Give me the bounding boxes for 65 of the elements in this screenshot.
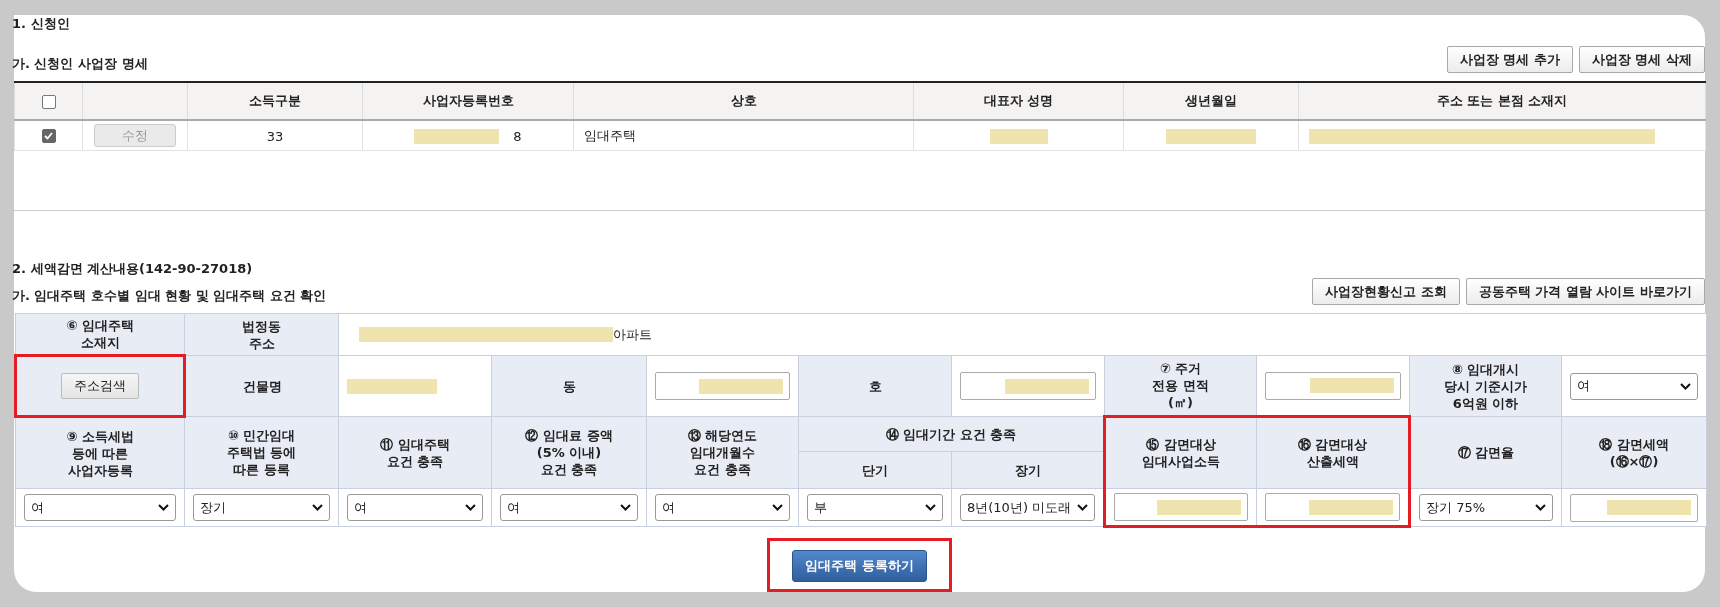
field-label: 호 bbox=[798, 355, 952, 417]
field-label: 건물명 bbox=[184, 355, 339, 417]
dropdown[interactable]: 여 bbox=[500, 494, 638, 521]
column-header: ⑮ 감면대상 임대사업소득 bbox=[1104, 416, 1257, 489]
field-label: ⑦ 주거 전용 면적 (㎡) bbox=[1104, 355, 1257, 417]
column-header: 상호 bbox=[573, 82, 914, 120]
column-header: 생년월일 bbox=[1123, 82, 1299, 120]
dropdown[interactable]: 여 bbox=[1570, 372, 1699, 400]
column-header: ⑰ 감면율 bbox=[1409, 416, 1562, 489]
chevron-icon bbox=[925, 504, 936, 511]
input-field[interactable] bbox=[1265, 371, 1401, 400]
toolbar-button[interactable]: 공동주택 가격 열람 사이트 바로가기 bbox=[1465, 278, 1705, 305]
chevron-icon bbox=[772, 504, 783, 511]
dropdown[interactable]: 부 bbox=[807, 494, 943, 521]
input-field[interactable] bbox=[655, 372, 790, 400]
dropdown[interactable]: 여 bbox=[347, 494, 483, 521]
chevron-icon bbox=[1680, 382, 1692, 390]
dropdown[interactable]: 8년(10년) 미도래 bbox=[960, 494, 1095, 521]
column-header: 장기 bbox=[951, 451, 1105, 489]
column-header: ⑫ 임대료 증액 (5% 이내) 요건 충족 bbox=[491, 416, 647, 489]
dropdown[interactable]: 여 bbox=[655, 494, 790, 521]
chevron-icon bbox=[620, 504, 631, 511]
table-cell: 8 bbox=[513, 128, 522, 144]
row-header: ⑥ 임대주택 소재지 bbox=[15, 313, 185, 356]
input-field[interactable] bbox=[1265, 493, 1400, 521]
column-header: ⑱ 감면세액 (⑯×⑰) bbox=[1561, 416, 1707, 489]
input-field[interactable] bbox=[1114, 493, 1248, 521]
chevron-icon bbox=[465, 504, 476, 511]
section-subtitle: 가. 임대주택 호수별 임대 현황 및 임대주택 요건 확인 bbox=[12, 287, 327, 305]
input-field[interactable] bbox=[960, 372, 1096, 400]
field-label: 동 bbox=[491, 355, 647, 417]
column-header: 대표자 성명 bbox=[913, 82, 1124, 120]
input-field[interactable] bbox=[1570, 493, 1699, 522]
column-header: ⑬ 해당연도 임대개월수 요건 충족 bbox=[646, 416, 799, 489]
column-header: 사업자등록번호 bbox=[362, 82, 574, 120]
address-text: 아파트 bbox=[613, 326, 652, 342]
column-header: ⑩ 민간임대 주택법 등에 따른 등록 bbox=[184, 416, 339, 489]
column-header: 주소 또는 본점 소재지 bbox=[1298, 82, 1706, 120]
address-search-button[interactable]: 주소검색 bbox=[61, 373, 139, 399]
toolbar-button[interactable]: 사업장현황신고 조회 bbox=[1312, 278, 1460, 305]
checkbox[interactable] bbox=[41, 129, 56, 144]
column-header: ⑯ 감면대상 산출세액 bbox=[1256, 416, 1410, 489]
section-title: 2. 세액감면 계산내용(142-90-27018) bbox=[12, 260, 254, 278]
toolbar-button[interactable]: 사업장 명세 삭제 bbox=[1578, 46, 1705, 73]
chevron-icon bbox=[312, 504, 323, 511]
section-subtitle: 가. 신청인 사업장 명세 bbox=[12, 55, 148, 73]
checkbox[interactable] bbox=[41, 94, 56, 109]
dropdown[interactable]: 여 bbox=[24, 494, 176, 521]
chevron-icon bbox=[1077, 504, 1088, 511]
table-cell: 임대주택 bbox=[584, 127, 636, 143]
column-header: ⑭ 임대기간 요건 충족 bbox=[798, 416, 1105, 452]
column-header: ⑨ 소득세법 등에 따른 사업자등록 bbox=[15, 416, 185, 489]
row-header: 법정동 주소 bbox=[184, 313, 339, 356]
field-label: ⑧ 임대개시 당시 기준시가 6억원 이하 bbox=[1409, 355, 1562, 417]
section-title: 1. 신청인 bbox=[12, 15, 71, 33]
table-cell: 33 bbox=[266, 128, 284, 144]
register-button[interactable]: 임대주택 등록하기 bbox=[792, 550, 927, 582]
dropdown[interactable]: 장기 bbox=[193, 494, 330, 521]
dropdown[interactable]: 장기 75% bbox=[1419, 494, 1553, 521]
chevron-icon bbox=[158, 504, 169, 511]
column-header: ⑪ 임대주택 요건 충족 bbox=[338, 416, 492, 489]
column-header: 소득구분 bbox=[187, 82, 363, 120]
chevron-icon bbox=[1535, 504, 1546, 511]
column-header: 단기 bbox=[798, 451, 952, 489]
toolbar-button[interactable]: 사업장 명세 추가 bbox=[1446, 46, 1573, 73]
